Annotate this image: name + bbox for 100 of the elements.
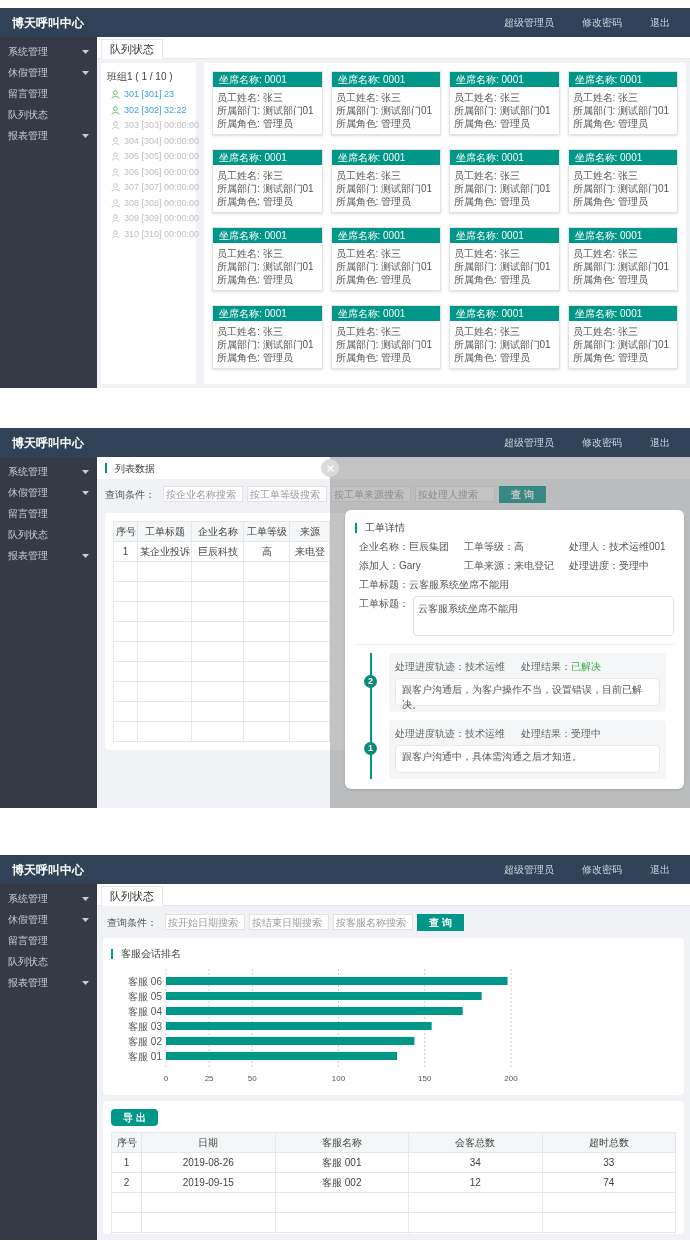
table-cell: 客服 001 [275,1152,409,1173]
search-field[interactable]: 按客服名称搜索 [333,914,413,930]
field-label: 工单标题： [359,597,409,611]
card-text: 员工姓名: 张三 [217,91,284,104]
track-text: 处理进度轨迹：技术运维 [395,660,505,674]
card-text: 员工姓名: 张三 [454,91,521,104]
card-text: 所属角色: 管理员 [454,351,531,364]
card-text: 所属部门: 测试部门01 [572,260,671,273]
step-badge: 2 [364,675,377,688]
table-cell: 1 [111,1152,142,1173]
card-title: 坐席名称: 0001 [568,72,677,87]
column-header: 工单等级 [243,521,290,542]
card-text: 员工姓名: 张三 [217,169,284,182]
card-text: 所属部门: 测试部门01 [572,104,671,117]
member-label: 301 [301] 23 [124,88,175,101]
person-icon [111,90,120,100]
text-area[interactable]: 云客服系统坐席不能用 [413,596,674,636]
caret-icon [82,70,89,75]
card-title: 坐席名称: 0001 [568,150,677,165]
sidebar-item[interactable]: 报表管理 [0,972,97,993]
caret-icon [82,896,89,901]
sidebar-item[interactable]: 队列状态 [0,524,97,545]
search-field[interactable]: 按工单等级搜索 [247,486,327,502]
card-text: 所属部门: 测试部门01 [217,104,315,117]
tab[interactable]: 队列状态 [101,39,163,59]
query-button[interactable]: 查 询 [417,913,464,931]
table-cell: 12 [408,1172,542,1193]
sidebar-item[interactable]: 休假管理 [0,909,97,930]
column-header: 客服名称 [275,1132,409,1153]
axis-label: 客服 02 [128,1035,162,1047]
person-icon [111,183,120,193]
accent-bar [111,948,113,959]
card-text: 所属角色: 管理员 [454,117,531,130]
search-field[interactable]: 按企业名称搜索 [163,486,243,502]
sidebar-item[interactable]: 休假管理 [0,482,97,503]
group-title: 班组1 ( 1 / 10 ) [107,70,174,84]
axis-label: 客服 06 [128,975,162,987]
export-button[interactable]: 导 出 [111,1109,158,1126]
detail-field: 企业名称：巨辰集团 [359,539,464,554]
header-link[interactable]: 修改密码 [582,862,622,877]
person-icon [111,105,120,115]
card-text: 所属角色: 管理员 [335,273,413,286]
card-text: 员工姓名: 张三 [217,247,284,260]
sidebar-item[interactable]: 留言管理 [0,503,97,524]
table-cell: 1 [113,541,138,562]
caret-icon [82,553,89,558]
card-text: 员工姓名: 张三 [572,325,640,338]
card-text: 所属部门: 测试部门01 [217,338,315,351]
card-title: 坐席名称: 0001 [450,306,559,321]
card-text: 所属部门: 测试部门01 [335,260,434,273]
sidebar-item[interactable]: 报表管理 [0,125,97,146]
caret-icon [82,133,89,138]
card-text: 员工姓名: 张三 [335,91,403,104]
sidebar-item[interactable]: 休假管理 [0,62,97,83]
axis-label: 客服 05 [128,990,162,1002]
sidebar-item[interactable]: 系统管理 [0,461,97,482]
sidebar-item[interactable]: 系统管理 [0,888,97,909]
header-link[interactable]: 超级管理员 [504,862,554,877]
header-link[interactable]: 退出 [650,862,670,877]
header-link[interactable]: 修改密码 [582,435,622,450]
table-cell: 高 [243,541,290,562]
sidebar-item[interactable]: 报表管理 [0,545,97,566]
sidebar-item[interactable]: 留言管理 [0,83,97,104]
header-link[interactable]: 修改密码 [582,15,622,30]
card-text: 所属角色: 管理员 [217,351,294,364]
track-text: 处理进度轨迹：技术运维 [395,727,505,741]
header-link[interactable]: 退出 [650,15,670,30]
header-link[interactable]: 超级管理员 [504,15,554,30]
card-title: 坐席名称: 0001 [213,72,322,87]
card-title: 坐席名称: 0001 [568,228,677,243]
card-text: 所属部门: 测试部门01 [335,104,434,117]
tick-label: 200 [504,1074,518,1083]
tab[interactable]: 队列状态 [101,886,163,906]
header-link[interactable]: 退出 [650,435,670,450]
card-title: 坐席名称: 0001 [331,306,440,321]
sidebar-item[interactable]: 队列状态 [0,951,97,972]
axis-label: 客服 03 [128,1020,162,1032]
card-text: 所属部门: 测试部门01 [454,104,552,117]
accent-bar [105,463,107,473]
header-link[interactable]: 超级管理员 [504,435,554,450]
sidebar-item[interactable]: 系统管理 [0,41,97,62]
search-field[interactable]: 按结束日期搜索 [249,914,329,930]
sidebar-item[interactable]: 留言管理 [0,930,97,951]
sidebar-item[interactable]: 队列状态 [0,104,97,125]
card-text: 所属部门: 测试部门01 [454,260,552,273]
card-text: 员工姓名: 张三 [572,169,640,182]
result-text: 处理结果：已解决 [521,660,601,674]
app-title: 博天呼叫中心 [12,434,84,452]
search-field[interactable]: 按开始日期搜索 [165,914,245,930]
card-text: 员工姓名: 张三 [454,325,521,338]
card-text: 所属部门: 测试部门01 [335,338,434,351]
app-title: 博天呼叫中心 [12,861,84,879]
query-label: 查询条件： [105,487,155,502]
card-title: 坐席名称: 0001 [331,150,440,165]
query-label: 查询条件： [107,915,157,930]
card-text: 员工姓名: 张三 [335,247,403,260]
card-text: 所属部门: 测试部门01 [572,182,671,195]
table-cell: 74 [542,1172,676,1193]
table-cell: 客服 002 [275,1172,409,1193]
card-text: 所属角色: 管理员 [454,195,531,208]
